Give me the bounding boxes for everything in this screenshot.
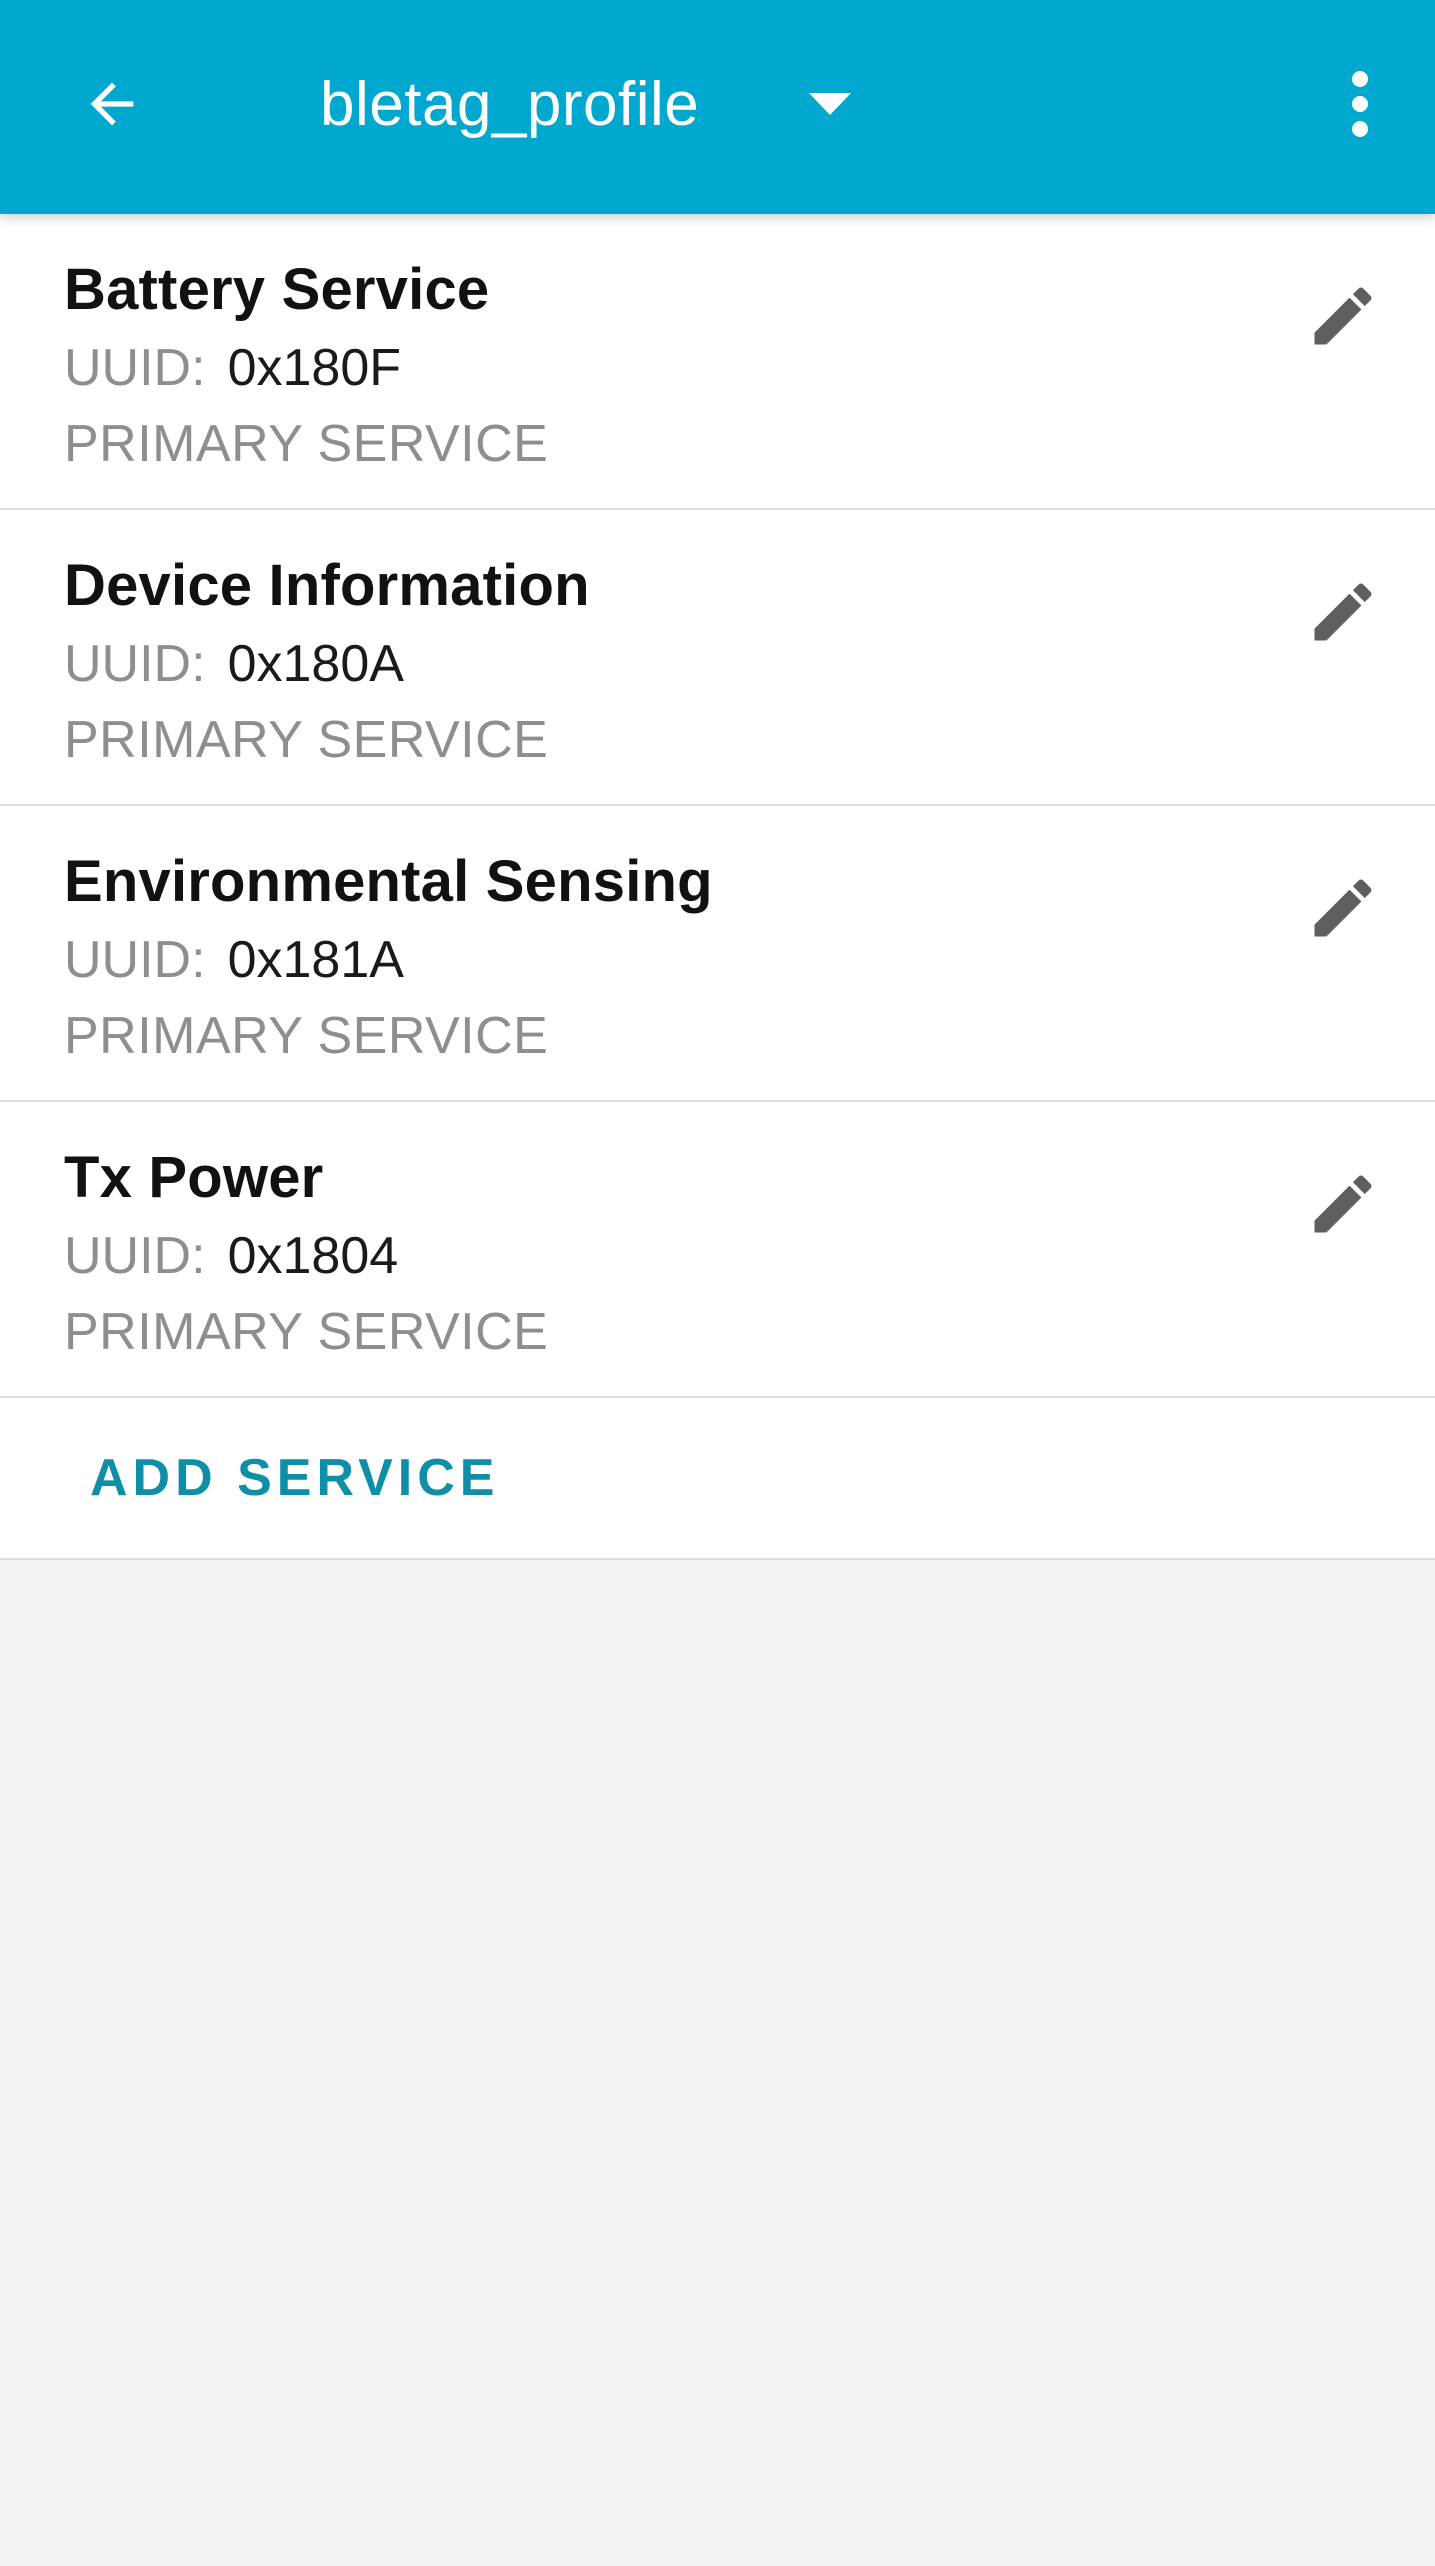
uuid-label: UUID: [64, 1227, 206, 1285]
service-uuid-line: UUID: 0x181A [64, 934, 404, 986]
app-toolbar: bletag_profile [0, 0, 1435, 214]
add-service-row: ADD SERVICE [0, 1398, 1435, 1558]
back-button[interactable] [52, 44, 172, 164]
uuid-value: 0x181A [227, 931, 404, 989]
edit-service-button[interactable] [1291, 856, 1395, 960]
pencil-icon [1314, 287, 1372, 345]
service-uuid-line: UUID: 0x180A [64, 638, 404, 690]
pencil-icon [1314, 583, 1372, 641]
service-type: PRIMARY SERVICE [64, 415, 549, 473]
uuid-value: 0x1804 [227, 1227, 399, 1285]
service-name: Environmental Sensing [64, 849, 713, 914]
uuid-label: UUID: [64, 931, 206, 989]
service-uuid-line: UUID: 0x180F [64, 342, 401, 394]
more-options-button[interactable] [1305, 44, 1415, 164]
uuid-value: 0x180A [227, 635, 404, 693]
more-vert-icon [1352, 71, 1368, 137]
service-list: Battery Service UUID: 0x180F PRIMARY SERV… [0, 214, 1435, 1560]
uuid-value: 0x180F [227, 339, 402, 397]
pencil-icon [1314, 1175, 1372, 1233]
profile-selector[interactable]: bletag_profile [320, 44, 852, 164]
caret-down-icon [809, 93, 852, 115]
service-item[interactable]: Environmental Sensing UUID: 0x181A PRIMAR… [0, 806, 1435, 1102]
service-item[interactable]: Battery Service UUID: 0x180F PRIMARY SERV… [0, 214, 1435, 510]
arrow-back-icon [90, 82, 134, 126]
service-item[interactable]: Tx Power UUID: 0x1804 PRIMARY SERVICE [0, 1102, 1435, 1398]
service-item[interactable]: Device Information UUID: 0x180A PRIMARY S… [0, 510, 1435, 806]
pencil-icon [1314, 879, 1372, 937]
edit-service-button[interactable] [1291, 1152, 1395, 1256]
uuid-label: UUID: [64, 339, 206, 397]
service-uuid-line: UUID: 0x1804 [64, 1230, 398, 1282]
uuid-label: UUID: [64, 635, 206, 693]
add-service-button[interactable]: ADD SERVICE [90, 1398, 499, 1558]
service-type: PRIMARY SERVICE [64, 1007, 549, 1065]
service-name: Tx Power [64, 1145, 324, 1210]
toolbar-title: bletag_profile [320, 69, 700, 139]
service-type: PRIMARY SERVICE [64, 711, 549, 769]
service-type: PRIMARY SERVICE [64, 1303, 549, 1361]
edit-service-button[interactable] [1291, 264, 1395, 368]
service-name: Device Information [64, 553, 590, 618]
service-name: Battery Service [64, 257, 490, 322]
edit-service-button[interactable] [1291, 560, 1395, 664]
